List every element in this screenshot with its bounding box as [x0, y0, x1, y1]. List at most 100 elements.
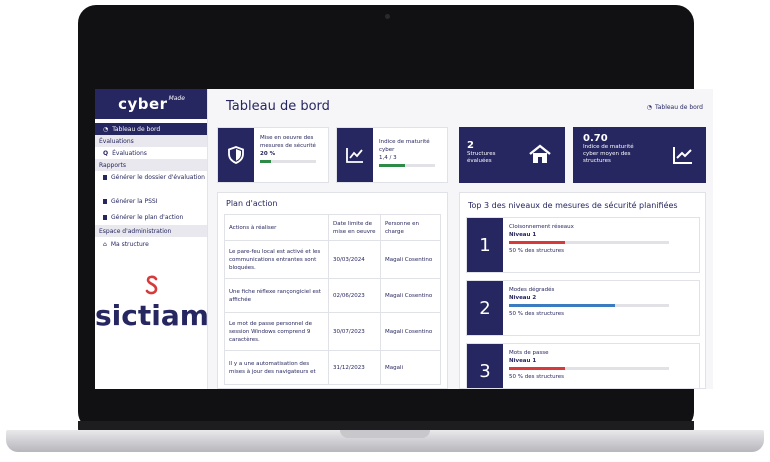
kpi-evaluated-structures: 2 Structures évaluées [459, 127, 565, 183]
measure-name: Cloisonnement réseaux [509, 224, 574, 230]
sidebar-item-dashboard[interactable]: ◔ Tableau de bord [95, 123, 207, 135]
measure-progress-fill [509, 241, 565, 244]
kpi-label: Structures évaluées [467, 151, 496, 164]
kpi-progress [379, 164, 435, 167]
table-cell: 30/03/2024 [328, 240, 381, 279]
panel-title: Plan d'action [226, 199, 278, 208]
sidebar-item-label: Générer la PSSI [111, 197, 158, 205]
sidebar-item-generate-evaluation[interactable]: Générer le dossier d'évaluation [95, 171, 207, 193]
measure-name: Modes dégradés [509, 287, 555, 293]
top3-card[interactable]: 1 Cloisonnement réseaux Niveau 1 50 % de… [466, 217, 700, 273]
kpi-value: 20 % [260, 151, 276, 157]
sidebar-section-admin: Espace d'administration [95, 225, 207, 237]
table-header-row: Actions à réaliser Date limite de mise e… [224, 214, 441, 241]
column-header[interactable]: Personne en charge [380, 214, 441, 241]
action-plan-table: Actions à réaliser Date limite de mise e… [224, 214, 441, 385]
rank-body: Modes dégradés Niveau 2 50 % des structu… [509, 286, 669, 318]
action-plan-panel: Plan d'action Actions à réaliser Date li… [217, 192, 448, 389]
table-cell: Magali [380, 350, 441, 385]
measure-level: Niveau 1 [509, 358, 537, 364]
panel-title: Top 3 des niveaux de mesures de sécurité… [468, 201, 678, 210]
measure-progress [509, 304, 669, 307]
rank-body: Cloisonnement réseaux Niveau 1 50 % des … [509, 223, 669, 255]
kpi-maturity-index: Indice de maturité cyber 1,4 / 3 [336, 127, 448, 183]
rank-number: 2 [467, 281, 503, 335]
document-icon [103, 175, 107, 180]
table-cell: Une fiche réflexe rançongiciel est affic… [224, 278, 329, 313]
page-title: Tableau de bord [226, 99, 330, 114]
partner-logo-mark [95, 275, 208, 300]
breadcrumb[interactable]: ◔ Tableau de bord [647, 104, 703, 111]
sidebar-item-evaluations[interactable]: Q Évaluations [95, 147, 207, 159]
table-cell: Le pare-feu local est activé et les comm… [224, 240, 329, 279]
kpi-security-measures: Mise en oeuvre des mesures de sécurité 2… [217, 127, 329, 183]
measure-level: Niveau 2 [509, 295, 537, 301]
app-logo[interactable]: cyber Made [95, 89, 207, 119]
top3-card[interactable]: 3 Mots de passe Niveau 1 50 % des struct… [466, 343, 700, 388]
table-cell: 02/06/2023 [328, 278, 381, 313]
table-row[interactable]: Le pare-feu local est activé et les comm… [224, 240, 441, 279]
top3-card[interactable]: 2 Modes dégradés Niveau 2 50 % des struc… [466, 280, 700, 336]
sidebar-item-my-structure[interactable]: ⌂ Ma structure [95, 237, 207, 251]
dashboard-icon: ◔ [103, 125, 109, 133]
measure-share: 50 % des structures [509, 374, 565, 380]
measure-name: Mots de passe [509, 350, 549, 356]
kpi-value: 0.70 [583, 133, 608, 144]
trend-chart-icon [673, 146, 693, 168]
sidebar-item-label: Tableau de bord [112, 125, 161, 133]
measure-progress-fill [509, 304, 615, 307]
sidebar: cyber Made ◔ Tableau de bord Évaluations… [95, 89, 209, 389]
column-header[interactable]: Actions à réaliser [224, 214, 329, 241]
camera-dot [385, 14, 390, 19]
sidebar-item-label: Générer le dossier d'évaluation [111, 174, 205, 181]
partner-logo: sictiam [95, 275, 209, 332]
laptop-notch [340, 430, 430, 438]
measure-progress [509, 241, 669, 244]
top3-panel: Top 3 des niveaux de mesures de sécurité… [459, 192, 706, 389]
kpi-label: Indice de maturité cyber moyen des struc… [583, 144, 634, 164]
table-cell: Il y a une automatisation des mises à jo… [224, 350, 329, 385]
kpi-label: Mise en oeuvre des mesures de sécurité [260, 135, 316, 149]
table-cell: Magali Cosentino [380, 312, 441, 351]
document-icon [103, 199, 107, 204]
column-header[interactable]: Date limite de mise en oeuvre [328, 214, 381, 241]
sidebar-item-generate-pssi[interactable]: Générer la PSSI [95, 193, 207, 209]
sidebar-item-label: Évaluations [112, 149, 147, 157]
sidebar-item-label: Ma structure [110, 240, 149, 248]
measure-progress [509, 367, 669, 370]
action-plan-table-wrap: Actions à réaliser Date limite de mise e… [218, 214, 447, 385]
measure-level: Niveau 1 [509, 232, 537, 238]
table-row[interactable]: Une fiche réflexe rançongiciel est affic… [224, 278, 441, 313]
document-icon [103, 215, 107, 220]
search-icon: Q [103, 149, 109, 157]
measure-progress-fill [509, 367, 565, 370]
trend-chart-icon [337, 128, 373, 182]
logo-sup: Made [168, 94, 185, 102]
measure-share: 50 % des structures [509, 248, 565, 254]
table-cell: Le mot de passe personnel de session Win… [224, 312, 329, 351]
kpi-value: 1,4 / 3 [379, 155, 397, 161]
rank-body: Mots de passe Niveau 1 50 % des structur… [509, 349, 669, 381]
kpi-label: Indice de maturité cyber [379, 139, 430, 153]
sidebar-item-label: Générer le plan d'action [111, 213, 184, 221]
sidebar-section-evaluations: Évaluations [95, 135, 207, 147]
kpi-text: Indice de maturité cyber 1,4 / 3 [379, 138, 439, 167]
table-row[interactable]: Il y a une automatisation des mises à jo… [224, 350, 441, 385]
logo-text: cyber [118, 95, 168, 113]
app-screen: cyber Made ◔ Tableau de bord Évaluations… [95, 89, 713, 389]
kpi-text: 0.70 Indice de maturité cyber moyen des … [583, 133, 643, 165]
dashboard-icon: ◔ [646, 104, 653, 111]
partner-logo-text: sictiam [95, 299, 209, 332]
kpi-progress-fill [379, 164, 406, 167]
shield-icon [218, 128, 254, 182]
table-cell: 30/07/2023 [328, 312, 381, 351]
main-content: Tableau de bord ◔ Tableau de bord Mise e… [208, 89, 713, 389]
rank-number: 3 [467, 344, 503, 388]
partner-logo-s-icon [145, 275, 157, 295]
kpi-value: 2 [467, 140, 474, 151]
house-icon [528, 144, 552, 168]
table-row[interactable]: Le mot de passe personnel de session Win… [224, 312, 441, 351]
sidebar-section-reports: Rapports [95, 159, 207, 171]
kpi-text: 2 Structures évaluées [467, 140, 507, 165]
sidebar-item-generate-action-plan[interactable]: Générer le plan d'action [95, 209, 207, 225]
